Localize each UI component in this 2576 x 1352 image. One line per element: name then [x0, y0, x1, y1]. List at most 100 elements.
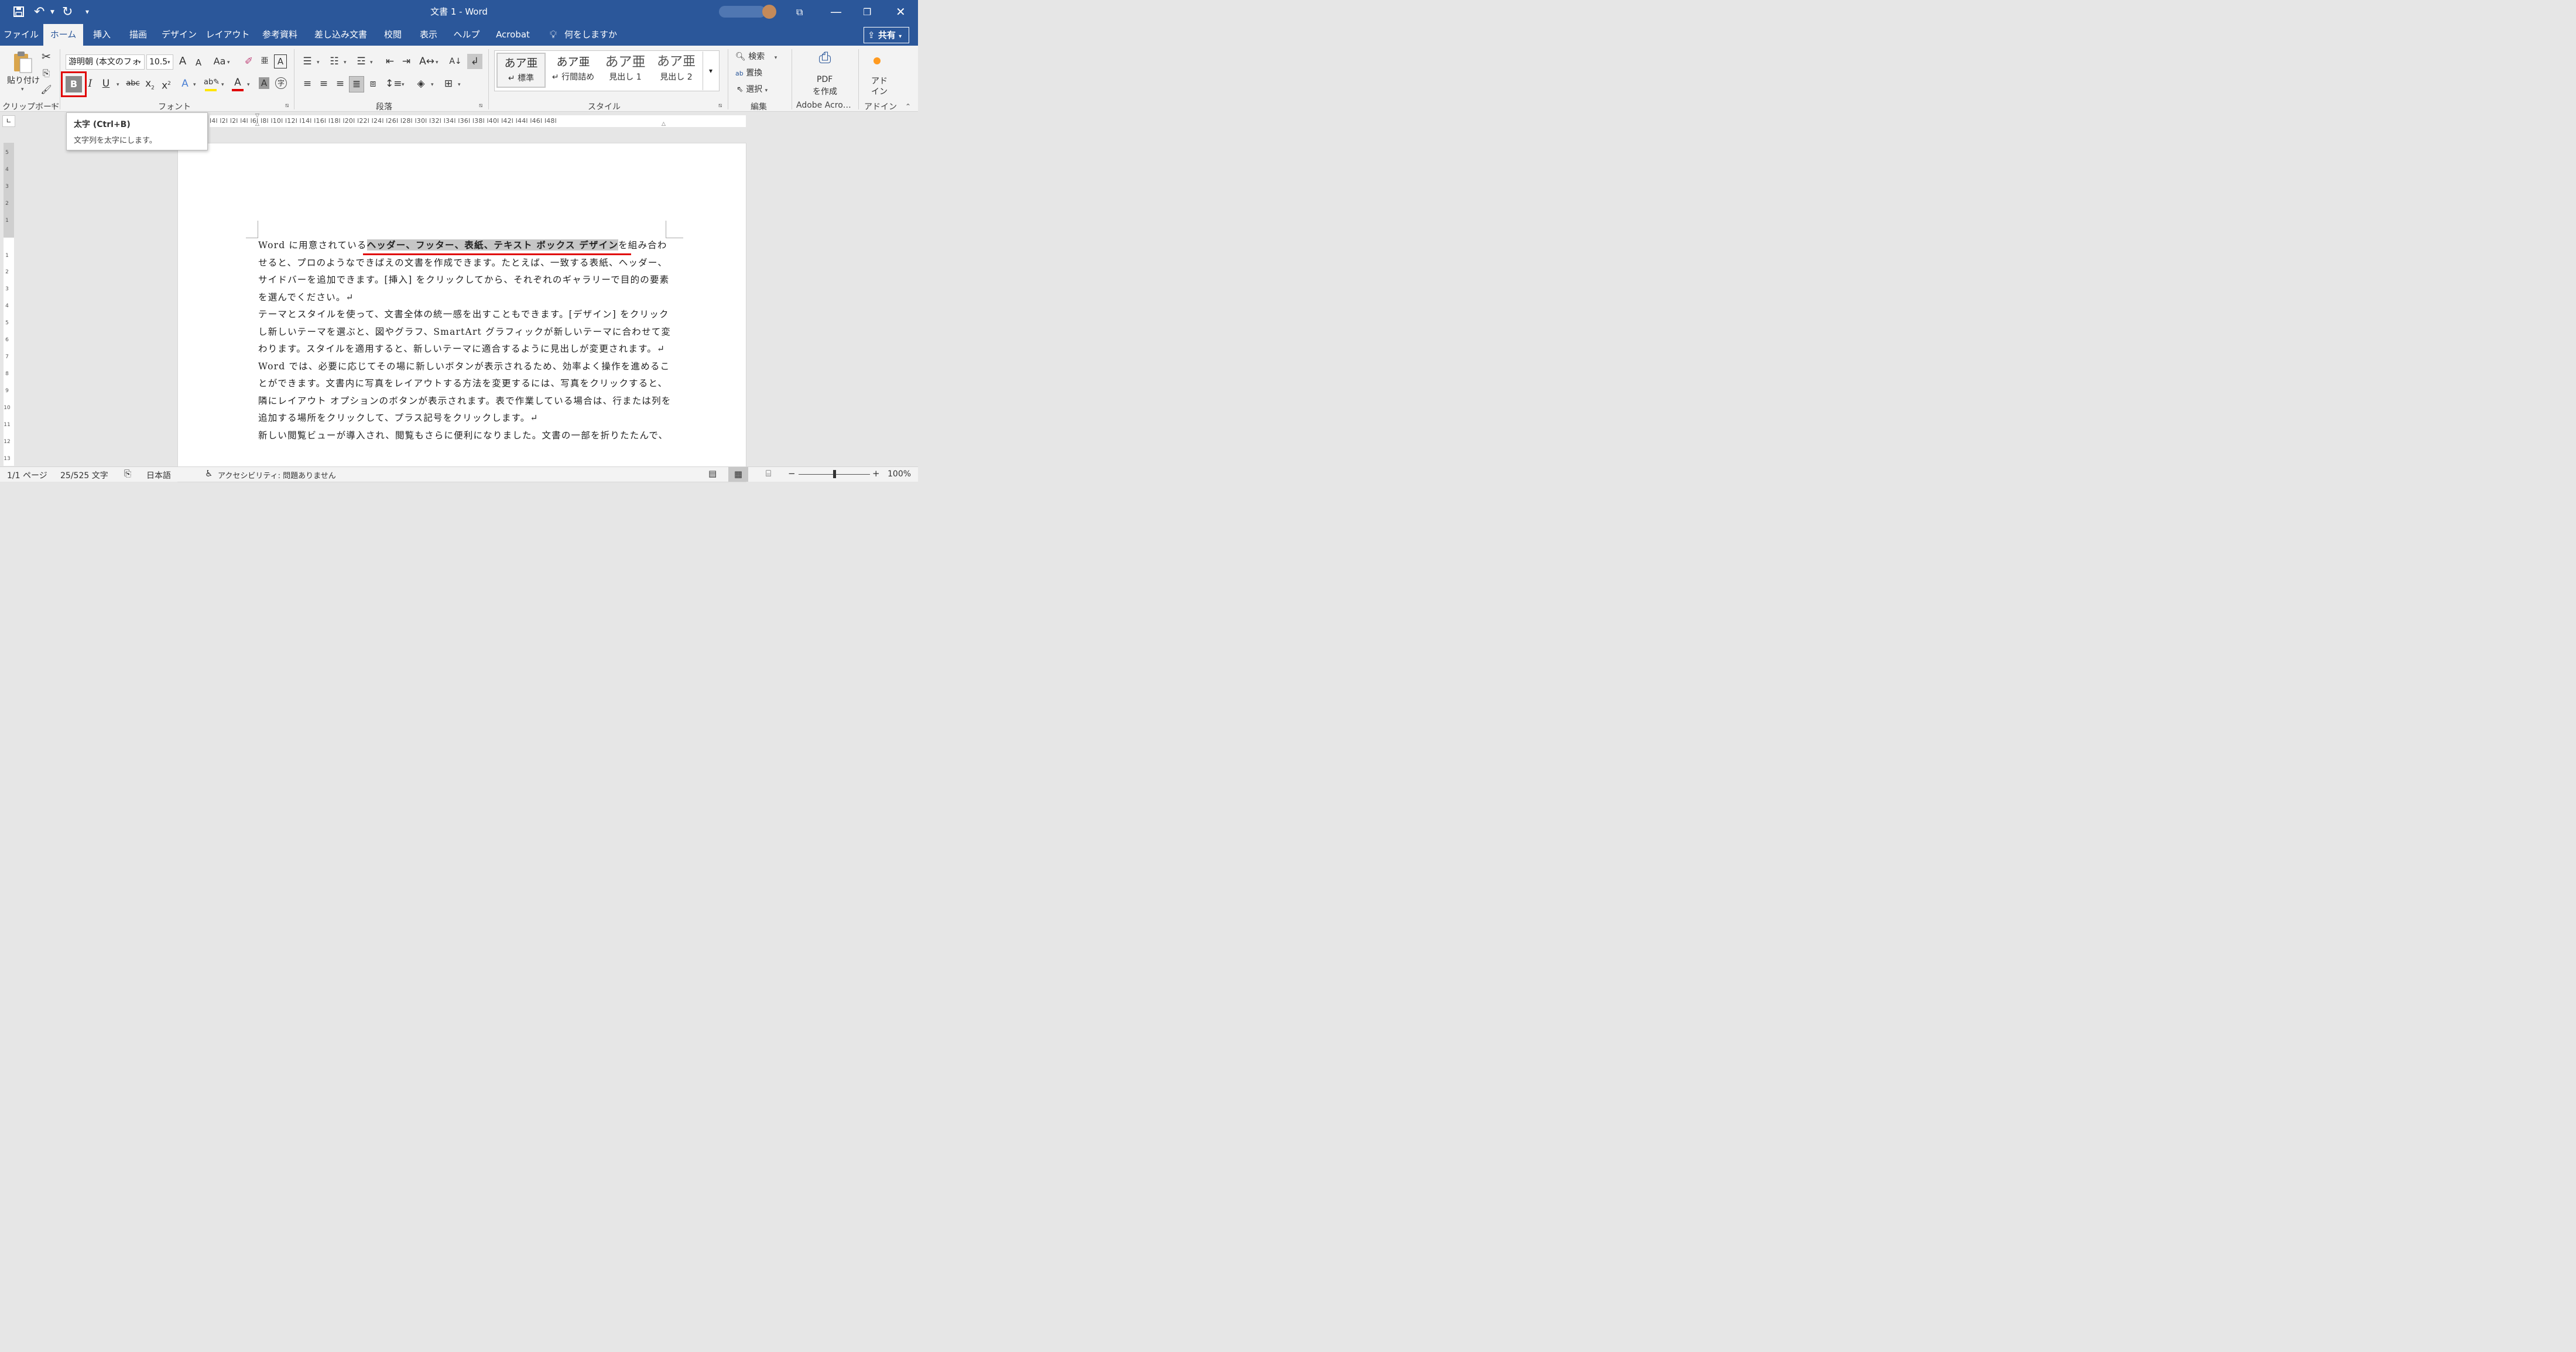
maximize-icon[interactable]: ❐: [863, 0, 871, 24]
tell-me-search[interactable]: 何をしますか: [564, 24, 617, 46]
numbering-icon[interactable]: ☷: [327, 54, 342, 69]
read-mode-icon[interactable]: ▤: [708, 468, 717, 479]
tab-help[interactable]: ヘルプ: [448, 24, 485, 46]
justify-icon[interactable]: ≣: [349, 76, 364, 92]
bullets-dropdown-icon[interactable]: ▾: [317, 60, 320, 66]
styles-launcher-icon[interactable]: ⧅: [718, 102, 722, 109]
font-color-dropdown-icon[interactable]: ▾: [247, 82, 250, 88]
right-indent-marker[interactable]: △: [662, 121, 667, 127]
change-case-button[interactable]: Aa: [212, 54, 227, 69]
style-no-spacing[interactable]: あア亜 ↵ 行間詰め: [549, 53, 597, 88]
superscript-button[interactable]: x2: [161, 76, 172, 94]
align-left-icon[interactable]: ≡: [300, 76, 315, 91]
phonetic-guide-icon[interactable]: 亜: [259, 54, 270, 69]
paragraph-1[interactable]: Word に用意されているヘッダー、フッター、表紙、テキスト ボックス デザイン…: [258, 236, 672, 306]
document-body[interactable]: Word に用意されているヘッダー、フッター、表紙、テキスト ボックス デザイン…: [258, 236, 672, 466]
accessibility-icon[interactable]: ♿︎: [205, 468, 213, 479]
character-border-icon[interactable]: A: [274, 54, 287, 68]
create-pdf-label-2[interactable]: を作成: [813, 85, 837, 97]
ribbon-display-options-icon[interactable]: ⧉: [796, 0, 803, 24]
pdf-icon[interactable]: ⎙: [815, 50, 835, 66]
sort-icon[interactable]: A↓: [448, 54, 463, 69]
style-heading-2[interactable]: あア亜 見出し 2: [652, 53, 700, 88]
style-standard[interactable]: あア亜 ↵ 標準: [496, 53, 546, 88]
addins-label-1[interactable]: アド: [871, 75, 888, 87]
addins-label-2[interactable]: イン: [871, 85, 888, 97]
page-count[interactable]: 1/1 ページ: [7, 469, 47, 481]
align-center-icon[interactable]: ≡: [316, 76, 331, 91]
paste-label[interactable]: 貼り付け: [7, 74, 40, 86]
collapse-ribbon-icon[interactable]: ⌃: [905, 102, 911, 111]
bullets-icon[interactable]: ☰: [300, 54, 315, 69]
clear-formatting-icon[interactable]: ✐: [242, 54, 255, 69]
font-name-dropdown-icon[interactable]: ▾: [138, 60, 141, 66]
format-painter-icon[interactable]: 🖌︎: [40, 82, 53, 97]
find-button[interactable]: 🔍︎ 検索 ▾: [735, 50, 777, 62]
tab-acrobat[interactable]: Acrobat: [489, 24, 536, 46]
paragraph-launcher-icon[interactable]: ⧅: [479, 102, 482, 109]
hanging-indent-marker[interactable]: △: [255, 121, 261, 127]
tab-mailings[interactable]: 差し込み文書: [308, 24, 374, 46]
tab-references[interactable]: 参考資料: [255, 24, 304, 46]
decrease-indent-icon[interactable]: ⇤: [383, 54, 397, 69]
tab-selector[interactable]: ∟: [2, 115, 15, 127]
language[interactable]: 日本語: [146, 469, 171, 481]
tab-layout[interactable]: レイアウト: [204, 24, 252, 46]
tab-file[interactable]: ファイル: [2, 24, 40, 46]
zoom-in-icon[interactable]: +: [872, 468, 880, 479]
tab-view[interactable]: 表示: [412, 24, 445, 46]
asian-layout-dropdown-icon[interactable]: ▾: [436, 60, 439, 66]
enclose-characters-icon[interactable]: 字: [275, 77, 287, 89]
underline-dropdown-icon[interactable]: ▾: [117, 82, 119, 88]
change-case-dropdown-icon[interactable]: ▾: [227, 60, 230, 66]
text-effects-dropdown-icon[interactable]: ▾: [193, 82, 196, 88]
line-spacing-icon[interactable]: ↕≡: [385, 76, 402, 91]
close-icon[interactable]: ✕: [896, 0, 906, 24]
print-layout-icon[interactable]: ▦: [728, 467, 748, 482]
underline-button[interactable]: U: [101, 76, 111, 91]
show-formatting-marks-icon[interactable]: ↲: [467, 54, 482, 69]
cut-icon[interactable]: ✂: [40, 49, 53, 64]
paragraph-4[interactable]: 新しい閲覧ビューが導入され、閲覧もさらに便利になりました。文書の一部を折りたたん…: [258, 427, 672, 445]
borders-icon[interactable]: ⊞: [441, 76, 455, 91]
multilevel-dropdown-icon[interactable]: ▾: [370, 60, 373, 66]
first-line-indent-marker[interactable]: ▽: [255, 113, 261, 119]
accessibility-status[interactable]: アクセシビリティ: 問題ありません: [218, 469, 336, 481]
borders-dropdown-icon[interactable]: ▾: [458, 82, 461, 88]
tab-home[interactable]: ホーム: [43, 24, 83, 46]
clipboard-launcher-icon[interactable]: ⧅: [52, 102, 55, 109]
word-count[interactable]: 25/525 文字: [60, 469, 108, 481]
avatar[interactable]: [762, 5, 776, 19]
subscript-button[interactable]: x2: [145, 76, 155, 95]
zoom-slider-thumb[interactable]: [833, 470, 836, 478]
replace-button[interactable]: ab 置換: [735, 67, 762, 78]
character-shading-icon[interactable]: A: [259, 77, 269, 89]
distributed-icon[interactable]: ⧈: [365, 76, 381, 91]
zoom-level[interactable]: 100%: [888, 469, 911, 479]
font-color-icon[interactable]: A: [232, 75, 244, 90]
proofing-icon[interactable]: ⎘: [124, 468, 131, 479]
grow-font-button[interactable]: A: [177, 54, 189, 69]
web-layout-icon[interactable]: ⌸: [766, 468, 771, 479]
asian-layout-icon[interactable]: A↔: [419, 54, 434, 69]
tab-review[interactable]: 校閲: [377, 24, 409, 46]
tab-design[interactable]: デザイン: [158, 24, 200, 46]
paragraph-3[interactable]: Word では、必要に応じてその場に新しいボタンが表示されるため、効率よく操作を…: [258, 358, 672, 427]
paste-icon[interactable]: [12, 50, 33, 74]
shading-icon[interactable]: ◈: [413, 76, 429, 91]
increase-indent-icon[interactable]: ⇥: [399, 54, 413, 69]
account-name[interactable]: [719, 6, 766, 18]
zoom-out-icon[interactable]: −: [788, 468, 796, 479]
bold-button[interactable]: B: [66, 76, 82, 92]
share-button[interactable]: ⇪ 共有 ▾: [864, 27, 909, 43]
text-effects-icon[interactable]: A: [179, 76, 191, 91]
addins-icon[interactable]: [873, 57, 881, 64]
paragraph-2[interactable]: テーマとスタイルを使って、文書全体の統一感を出すこともできます。[デザイン] を…: [258, 306, 672, 358]
selected-text[interactable]: ヘッダー、フッター、表紙、テキスト ボックス デザイン: [366, 239, 619, 251]
select-button[interactable]: ⇖ 選択 ▾: [737, 83, 768, 95]
highlighter-dropdown-icon[interactable]: ▾: [221, 82, 224, 88]
font-name-combobox[interactable]: 游明朝 (本文のフォ: [66, 54, 145, 70]
strikethrough-button[interactable]: abc: [125, 76, 141, 91]
multilevel-list-icon[interactable]: ☲: [354, 54, 369, 69]
tab-insert[interactable]: 挿入: [85, 24, 118, 46]
